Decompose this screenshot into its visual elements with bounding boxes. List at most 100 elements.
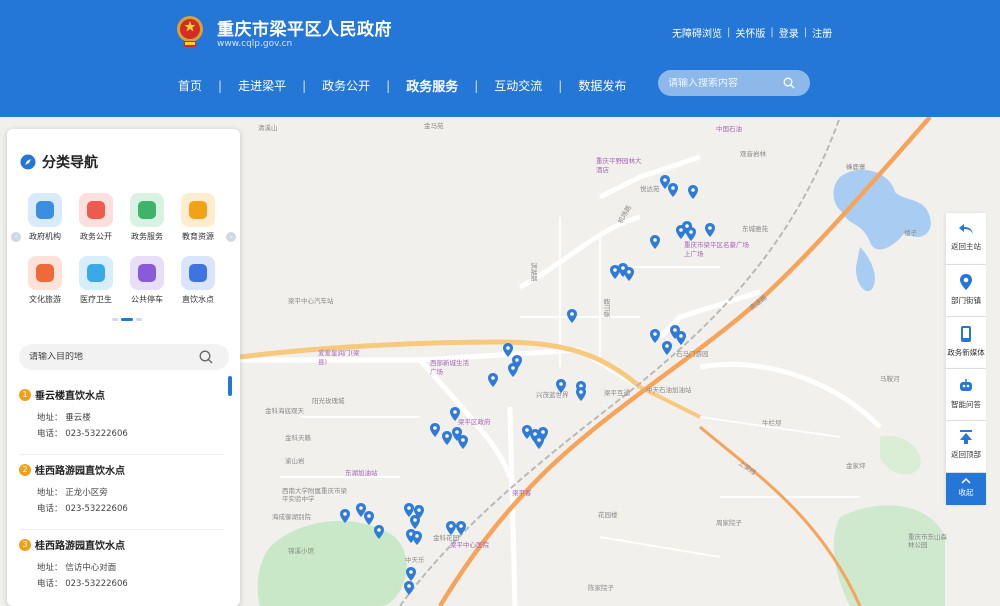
map-label: 东城雅苑: [742, 225, 768, 233]
car-icon: [130, 256, 164, 290]
category-label: 公共停车: [131, 295, 163, 304]
accessibility-link[interactable]: 无障碍浏览: [672, 25, 722, 40]
category-medical[interactable]: 医疗卫生: [71, 256, 121, 305]
map-label: 西南大学附属重庆市梁平实验中学: [282, 487, 347, 503]
map-poi[interactable]: 梁平中心医院: [450, 539, 489, 549]
result-item[interactable]: 3 桂西路游园直饮水点 地址： 信访中心对面 电话： 023-53222606: [19, 535, 224, 605]
water-point-marker-icon[interactable]: [556, 379, 566, 393]
water-point-marker-icon[interactable]: [442, 431, 452, 445]
result-name[interactable]: 桂西路游园直饮水点: [35, 537, 125, 552]
map-poi[interactable]: 西部新城生活广场: [430, 359, 470, 377]
carousel-dots[interactable]: [112, 318, 142, 321]
water-point-marker-icon[interactable]: [650, 329, 660, 343]
category-gov-affairs[interactable]: 政务公开: [71, 193, 121, 242]
result-scrollbar[interactable]: [228, 376, 232, 396]
nav-about-liangping[interactable]: 走进梁平: [238, 77, 286, 94]
category-gov-services[interactable]: 政务服务: [122, 193, 172, 242]
water-point-marker-icon[interactable]: [576, 387, 586, 401]
map-label: 金科海底观天: [265, 407, 304, 415]
water-point-marker-icon[interactable]: [508, 363, 518, 377]
site-search-input[interactable]: [668, 77, 783, 89]
map-poi[interactable]: 梁平区政府: [458, 416, 491, 426]
map-poi[interactable]: 重庆平野园林大酒店: [596, 157, 646, 175]
map-poi[interactable]: 东湖加油站: [345, 467, 378, 477]
category-tourism[interactable]: 文化旅游: [20, 256, 70, 305]
back-to-main-button[interactable]: 返回主站: [946, 213, 986, 265]
category-water-points[interactable]: 直饮水点: [173, 256, 223, 305]
map-poi[interactable]: 重庆市梁平区名豪广场上广场: [684, 241, 754, 259]
graduation-cap-icon: [181, 193, 215, 227]
result-name[interactable]: 桂西路游园直饮水点: [35, 462, 125, 477]
water-point-marker-icon[interactable]: [676, 331, 686, 345]
map-label: 金科天籁: [285, 434, 311, 442]
site-title[interactable]: 重庆市梁平区人民政府: [217, 15, 392, 40]
smart-qa-button[interactable]: 智能问答: [946, 369, 986, 421]
water-point-marker-icon[interactable]: [374, 525, 384, 539]
water-point-marker-icon[interactable]: [624, 267, 634, 281]
map-poi[interactable]: 中国石油: [716, 123, 742, 133]
login-link[interactable]: 登录: [779, 25, 799, 40]
map-label: 滨湖路: [529, 262, 538, 282]
category-next-arrow[interactable]: ›: [226, 232, 236, 242]
water-point-marker-icon[interactable]: [488, 373, 498, 387]
water-point-marker-icon[interactable]: [450, 407, 460, 421]
nav-interaction[interactable]: 互动交流: [494, 77, 542, 94]
to-top-icon: [960, 430, 972, 444]
nav-home[interactable]: 首页: [178, 77, 202, 94]
care-mode-link[interactable]: 关怀版: [735, 25, 765, 40]
water-point-marker-icon[interactable]: [446, 521, 456, 535]
category-government[interactable]: 政府机构: [20, 193, 70, 242]
map-label: 渝山岩: [285, 457, 305, 465]
result-item[interactable]: 1 垂云楼直饮水点 地址： 垂云楼 电话： 023-53222606: [19, 385, 224, 455]
category-label: 文化旅游: [29, 295, 61, 304]
water-point-marker-icon[interactable]: [662, 341, 672, 355]
water-point-marker-icon[interactable]: [340, 509, 350, 523]
water-point-marker-icon[interactable]: [668, 183, 678, 197]
water-point-marker-icon[interactable]: [650, 235, 660, 249]
map-poi[interactable]: 爱爱皇润门(梁县): [318, 349, 368, 367]
destination-search-input[interactable]: [29, 352, 199, 362]
result-phone: 电话： 023-53222606: [37, 429, 128, 439]
water-point-marker-icon[interactable]: [410, 515, 420, 529]
category-education[interactable]: 教育资源: [173, 193, 223, 242]
result-address: 地址： 信访中心对面: [37, 563, 117, 573]
mobile-phone-icon: [961, 326, 971, 342]
water-point-marker-icon[interactable]: [534, 435, 544, 449]
government-building-icon: [28, 193, 62, 227]
water-point-marker-icon[interactable]: [686, 227, 696, 241]
nav-government-services[interactable]: 政务服务: [406, 76, 458, 95]
water-point-marker-icon[interactable]: [688, 185, 698, 199]
map-label: 锦溪小馆: [288, 547, 314, 555]
result-name[interactable]: 垂云楼直饮水点: [35, 387, 105, 402]
nav-data-release[interactable]: 数据发布: [578, 77, 626, 94]
top-links: 无障碍浏览 | 关怀版 | 登录 | 注册: [672, 25, 833, 40]
collapse-button[interactable]: 收起: [946, 473, 986, 505]
water-point-marker-icon[interactable]: [456, 521, 466, 535]
map-label: 悦达苑: [640, 185, 660, 193]
water-point-marker-icon[interactable]: [406, 567, 416, 581]
map-label: 金马苑: [424, 122, 444, 130]
nav-government-affairs[interactable]: 政务公开: [322, 77, 370, 94]
category-label: 政府机构: [29, 232, 61, 241]
map-label: 陈家院子: [588, 584, 614, 592]
map-label: 中天乐: [405, 556, 425, 564]
tool-label: 返回顶部: [951, 450, 981, 459]
search-icon[interactable]: [783, 77, 795, 89]
search-icon[interactable]: [199, 350, 213, 364]
back-to-top-button[interactable]: 返回顶部: [946, 421, 986, 473]
result-number: 1: [19, 389, 31, 401]
map-poi[interactable]: 梁平客: [512, 487, 532, 497]
water-point-marker-icon[interactable]: [404, 581, 414, 595]
water-point-marker-icon[interactable]: [364, 511, 374, 525]
destination-search: [19, 344, 229, 370]
new-media-button[interactable]: 政务新媒体: [946, 317, 986, 369]
category-parking[interactable]: 公共停车: [122, 256, 172, 305]
water-point-marker-icon[interactable]: [412, 531, 422, 545]
water-point-marker-icon[interactable]: [567, 309, 577, 323]
water-point-marker-icon[interactable]: [430, 423, 440, 437]
water-point-marker-icon[interactable]: [458, 435, 468, 449]
result-item[interactable]: 2 桂西路游园直饮水点 地址： 正龙小区旁 电话： 023-53222606: [19, 460, 224, 530]
departments-button[interactable]: 部门街镇: [946, 265, 986, 317]
water-point-marker-icon[interactable]: [705, 223, 715, 237]
register-link[interactable]: 注册: [812, 25, 832, 40]
